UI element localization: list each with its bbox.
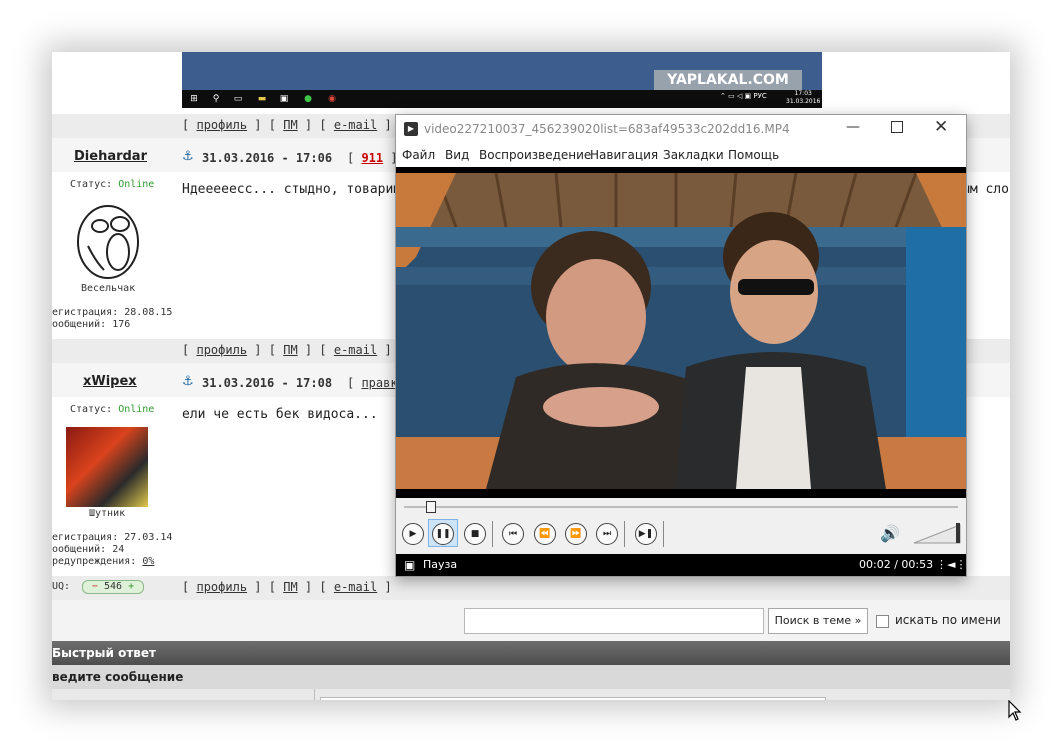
- username-link[interactable]: xWipex: [83, 374, 137, 389]
- next-button[interactable]: ⏭: [596, 523, 618, 545]
- control-separator: [624, 521, 625, 547]
- close-icon[interactable]: ✕: [934, 117, 948, 137]
- stop-button[interactable]: ■: [464, 523, 486, 545]
- enter-message-label: ведите сообщение: [52, 665, 1010, 689]
- menu-bookmarks[interactable]: Закладки: [663, 148, 724, 162]
- maximize-icon[interactable]: [891, 121, 903, 133]
- task-view-icon[interactable]: ▭: [232, 93, 244, 105]
- play-button[interactable]: ▶: [402, 523, 424, 545]
- menu-file[interactable]: Файл: [402, 148, 435, 162]
- uq-plus-icon[interactable]: +: [128, 581, 134, 592]
- pm-link[interactable]: ПМ: [283, 580, 297, 594]
- menu-view[interactable]: Вид: [445, 148, 469, 162]
- post-links: [ профиль ] [ ПМ ] [ e-mail ]: [182, 580, 392, 594]
- system-tray: ⌃ ▭ ◁ ▣ РУС: [720, 92, 767, 100]
- rewind-button[interactable]: ⏪: [534, 523, 556, 545]
- uq-value: 546: [103, 581, 123, 592]
- search-button[interactable]: Поиск в теме »: [768, 608, 868, 634]
- email-link[interactable]: e-mail: [334, 118, 377, 132]
- video-frame[interactable]: [396, 167, 966, 498]
- player-status-bar: ▣ Пауза 00:02 / 00:53 ⋮◄⋮: [396, 554, 966, 576]
- post-links: [ профиль ] [ ПМ ] [ e-mail ]: [182, 343, 392, 357]
- menu-help[interactable]: Помощь: [728, 148, 779, 162]
- uq-minus-icon[interactable]: −: [92, 581, 98, 592]
- warnings: редупреждения: 0%: [52, 556, 155, 567]
- registration-date: егистрация: 28.08.15: [52, 307, 173, 318]
- menu-navigation[interactable]: Навигация: [590, 148, 658, 162]
- control-separator: [663, 521, 664, 547]
- audio-indicator-icon: ⋮◄⋮: [936, 558, 967, 571]
- quick-reply-header: Быстрый ответ: [52, 641, 1010, 665]
- clock-date: 31.03.2016: [786, 98, 821, 105]
- mouse-cursor-icon: [1008, 700, 1022, 721]
- time-display: 00:02 / 00:53: [859, 558, 934, 571]
- post-number-link[interactable]: 911: [361, 151, 383, 165]
- user-status: Статус: Online: [70, 404, 155, 415]
- pm-link[interactable]: ПМ: [283, 343, 297, 357]
- previous-button[interactable]: ⏮: [502, 523, 524, 545]
- player-menu-bar: Файл Вид Воспроизведение Навигация Закла…: [396, 145, 966, 167]
- divider: [314, 689, 315, 700]
- status-text: Пауза: [423, 558, 458, 571]
- post-text-tail: ым сло: [962, 182, 1009, 197]
- anchor-icon[interactable]: ⚓: [182, 374, 194, 389]
- search-input[interactable]: [464, 608, 764, 634]
- profile-link[interactable]: профиль: [196, 118, 247, 132]
- email-link[interactable]: e-mail: [334, 580, 377, 594]
- minimize-icon[interactable]: —: [846, 119, 860, 135]
- control-separator: [492, 521, 493, 547]
- anchor-icon[interactable]: ⚓: [182, 149, 194, 164]
- chrome-icon[interactable]: ◉: [326, 93, 338, 105]
- seek-bar-track[interactable]: [404, 506, 958, 508]
- clock-time: 17:03: [794, 90, 812, 97]
- reply-textarea[interactable]: [320, 697, 826, 700]
- profile-link[interactable]: профиль: [196, 343, 247, 357]
- user-status: Статус: Online: [70, 179, 155, 190]
- registration-date: егистрация: 27.03.14: [52, 532, 173, 543]
- post-date: 31.03.2016 - 17:08: [202, 376, 333, 390]
- search-by-name-checkbox[interactable]: [876, 615, 889, 628]
- uq-badge: − 546 +: [82, 580, 144, 594]
- status-icon: ▣: [404, 558, 416, 572]
- player-app-icon: ▶: [404, 122, 418, 136]
- avatar: [66, 427, 148, 507]
- volume-slider[interactable]: [912, 521, 964, 545]
- player-title: video227210037_456239020list=683af49533c…: [424, 122, 790, 136]
- whatsapp-icon[interactable]: ●: [302, 93, 314, 105]
- post-date: 31.03.2016 - 17:06: [202, 151, 333, 165]
- message-count: ообщений: 24: [52, 544, 125, 555]
- avatar: [74, 202, 142, 282]
- post-number: [ 911 ]: [347, 151, 398, 165]
- post-text: Ндееееесс... стыдно, товарищи: [182, 182, 409, 197]
- avatar-caption: Шутник: [89, 508, 126, 519]
- search-icon[interactable]: ⚲: [210, 93, 222, 105]
- windows-start-icon[interactable]: ⊞: [188, 93, 200, 105]
- folder-icon[interactable]: ▬: [256, 93, 268, 105]
- menu-playback[interactable]: Воспроизведение: [479, 148, 591, 162]
- watermark: YAPLAKAL.COM: [654, 70, 802, 90]
- uq-label: UQ:: [52, 581, 71, 592]
- message-count: ообщений: 176: [52, 319, 131, 330]
- warnings-link[interactable]: 0%: [142, 556, 154, 567]
- language-indicator[interactable]: РУС: [753, 92, 766, 100]
- store-icon[interactable]: ▣: [278, 93, 290, 105]
- username-link[interactable]: Diehardar: [74, 149, 147, 164]
- screenshot-frame: YAPLAKAL.COM ⊞ ⚲ ▭ ▬ ▣ ● ◉ ⌃ ▭ ◁ ▣ РУС 1…: [52, 52, 1010, 700]
- media-player-window: ▶ video227210037_456239020list=683af4953…: [395, 114, 967, 577]
- seek-bar-handle[interactable]: [426, 501, 437, 513]
- pm-link[interactable]: ПМ: [283, 118, 297, 132]
- taskbar-clock: 17:03 31.03.2016: [786, 90, 820, 106]
- fast-forward-button[interactable]: ⏩: [565, 523, 587, 545]
- player-title-bar[interactable]: ▶ video227210037_456239020list=683af4953…: [396, 115, 966, 145]
- email-link[interactable]: e-mail: [334, 343, 377, 357]
- profile-link[interactable]: профиль: [196, 580, 247, 594]
- post-links: [ профиль ] [ ПМ ] [ e-mail ]: [182, 118, 392, 132]
- pause-button[interactable]: ❚❚: [432, 523, 454, 545]
- post-text: ели че есть бек видоса...: [182, 407, 378, 422]
- frame-step-button[interactable]: ▶❚: [635, 523, 657, 545]
- avatar-caption: Весельчак: [81, 283, 136, 294]
- volume-icon[interactable]: 🔊: [880, 524, 900, 543]
- search-by-name-label: искать по имени: [895, 613, 1001, 627]
